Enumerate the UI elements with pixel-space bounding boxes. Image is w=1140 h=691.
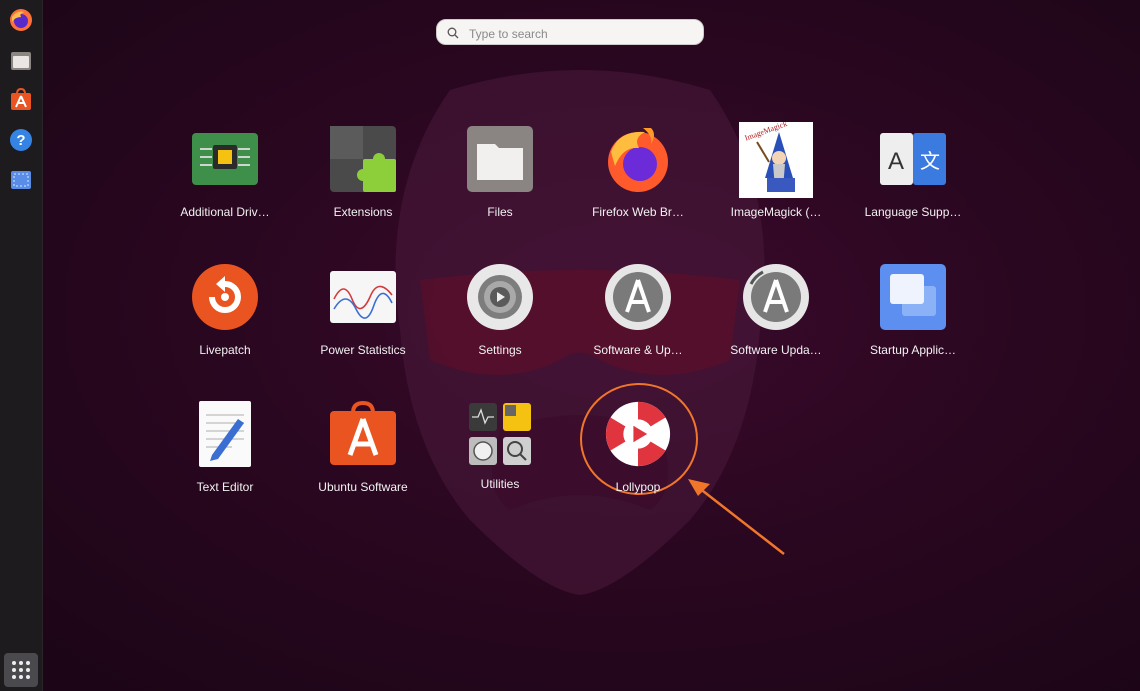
app-label: Ubuntu Software: [318, 480, 408, 494]
app-label: Utilities: [480, 477, 520, 491]
app-startup-applications[interactable]: Startup Applic…: [853, 264, 973, 374]
firefox-icon: [605, 126, 671, 192]
app-label: Software Upda…: [730, 343, 822, 357]
app-label: Power Statistics: [320, 343, 406, 357]
app-label: Text Editor: [196, 480, 254, 494]
translate-icon: A文: [880, 126, 946, 192]
help-icon[interactable]: ?: [9, 128, 33, 152]
app-label: Livepatch: [199, 343, 251, 357]
app-label: Startup Applic…: [869, 343, 957, 357]
text-editor-icon: [192, 401, 258, 467]
app-extensions[interactable]: Extensions: [303, 126, 423, 236]
app-ubuntu-software[interactable]: Ubuntu Software: [303, 401, 423, 511]
app-language-support[interactable]: A文 Language Supp…: [853, 126, 973, 236]
app-software-and-updates[interactable]: Software & Up…: [578, 264, 698, 374]
app-utilities-folder[interactable]: Utilities: [440, 401, 560, 511]
search-bar[interactable]: [436, 19, 704, 45]
app-label: Software & Up…: [593, 343, 683, 357]
app-label: Extensions: [333, 205, 393, 219]
shopping-bag-icon: [330, 401, 396, 467]
app-livepatch[interactable]: Livepatch: [165, 264, 285, 374]
folder-grid-icon: [467, 401, 533, 467]
app-imagemagick[interactable]: ImageMagick ImageMagick (…: [716, 122, 836, 232]
show-applications-icon[interactable]: [4, 653, 38, 687]
lollypop-icon: [605, 401, 671, 467]
svg-text:?: ?: [16, 132, 25, 149]
app-label: Firefox Web Br…: [592, 205, 684, 219]
app-firefox[interactable]: Firefox Web Br…: [578, 126, 698, 236]
startup-icon: [880, 264, 946, 330]
app-label: Files: [487, 205, 513, 219]
files-icon[interactable]: [9, 49, 33, 73]
app-label: Settings: [478, 343, 522, 357]
letter-a: A: [888, 148, 904, 175]
chinese-char: 文: [920, 149, 940, 173]
gear-icon: [467, 264, 533, 330]
wizard-icon: ImageMagick: [739, 122, 813, 198]
firefox-icon[interactable]: [9, 8, 33, 32]
app-settings[interactable]: Settings: [440, 264, 560, 374]
app-text-editor[interactable]: Text Editor: [165, 401, 285, 511]
app-power-statistics[interactable]: Power Statistics: [303, 264, 423, 374]
search-input[interactable]: [467, 23, 696, 45]
dock: ?: [0, 0, 43, 691]
app-label: Additional Driv…: [180, 205, 270, 219]
app-software-updater[interactable]: Software Upda…: [716, 264, 836, 374]
livepatch-icon: [192, 264, 258, 330]
app-label: ImageMagick (…: [730, 205, 822, 219]
puzzle-icon: [330, 126, 396, 192]
folder-icon: [467, 126, 533, 192]
graph-icon: [330, 264, 396, 330]
app-files[interactable]: Files: [440, 126, 560, 236]
app-additional-drivers[interactable]: Additional Driv…: [165, 126, 285, 236]
app-label: Language Supp…: [864, 205, 962, 219]
pointer-arrow: [680, 470, 800, 565]
screenshot-icon[interactable]: [9, 168, 33, 192]
software-updates-icon: [605, 264, 671, 330]
chip-icon: [192, 126, 258, 192]
search-icon: [447, 26, 459, 44]
ubuntu-software-icon[interactable]: [9, 88, 33, 112]
software-updater-icon: [743, 264, 809, 330]
